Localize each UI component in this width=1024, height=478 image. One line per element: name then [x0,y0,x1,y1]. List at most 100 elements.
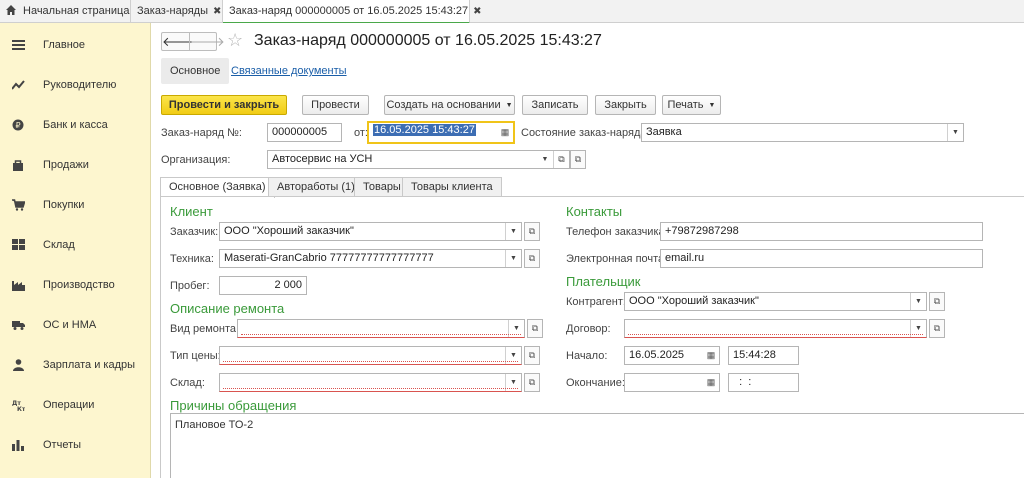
organization-label: Организация: [161,154,231,166]
payer-section-title: Плательщик [566,274,641,289]
contacts-section-title: Контакты [566,204,623,219]
chevron-down-icon[interactable]: ▼ [947,124,963,141]
chevron-down-icon[interactable]: ▼ [910,320,926,337]
tab-client-goods[interactable]: Товары клиента [402,177,502,197]
email-field[interactable]: email.ru [660,249,983,268]
close-icon[interactable]: ✖ [473,6,481,17]
warehouse-field[interactable]: ▼ [219,373,522,392]
start-date-value: 16.05.2025 [629,349,685,361]
price-type-field[interactable]: ▼ [219,346,522,365]
sidebar-item-label: Зарплата и кадры [43,359,136,371]
chevron-down-icon[interactable]: ▼ [537,151,553,168]
sidebar-item-label: Операции [43,399,95,411]
phone-field[interactable]: +79872987298 [660,222,983,241]
tab-autoworks[interactable]: Автоработы (1) [268,177,364,197]
chevron-down-icon[interactable]: ▼ [505,223,521,240]
sidebar-item-operations[interactable]: Дт Кт Операции [0,385,151,425]
create-based-on-label: Создать на основании [386,99,501,111]
mileage-field[interactable]: 2 000 [219,276,307,295]
post-button[interactable]: Провести [302,95,369,115]
tab-main[interactable]: Основное [161,58,230,84]
customer-field[interactable]: ООО "Хороший заказчик" ▼ [219,222,522,241]
open-organization-icon[interactable]: ⧉ [570,150,586,169]
open-counterparty-icon[interactable]: ⧉ [929,292,945,311]
chevron-down-icon[interactable]: ▼ [505,347,521,364]
open-warehouse-icon[interactable]: ⧉ [524,373,540,392]
open-repair-type-icon[interactable]: ⧉ [527,319,543,338]
counterparty-value: ООО "Хороший заказчик" [629,295,759,307]
sidebar-item-reports[interactable]: Отчеты [0,425,151,465]
warehouse-label: Склад: [170,377,205,389]
calendar-icon[interactable]: ▦ [497,123,513,142]
truck-icon [12,321,25,330]
order-state-value: Заявка [646,126,682,138]
sidebar-item-payroll[interactable]: Зарплата и кадры [0,345,151,385]
chevron-down-icon[interactable]: ▼ [505,250,521,267]
price-type-label: Тип цены: [170,350,221,362]
end-label: Окончание: [566,377,625,389]
trend-icon [12,80,25,90]
open-icon[interactable]: ⧉ [553,151,569,168]
start-date-field[interactable]: 16.05.2025 ▦ [624,346,720,365]
sidebar: Главное Руководителю ₽ Банк и касса Прод… [0,23,151,478]
post-and-close-button[interactable]: Провести и закрыть [161,95,287,115]
mileage-label: Пробег: [170,280,210,292]
sidebar-item-bank[interactable]: ₽ Банк и касса [0,105,151,145]
close-button[interactable]: Закрыть [595,95,656,115]
sidebar-item-director[interactable]: Руководителю [0,65,151,105]
chevron-down-icon[interactable]: ▼ [910,293,926,310]
tab-general[interactable]: Основное (Заявка) [160,177,275,198]
reports-icon [12,440,24,451]
counterparty-field[interactable]: ООО "Хороший заказчик" ▼ [624,292,927,311]
chevron-down-icon[interactable]: ▼ [508,320,524,337]
sidebar-item-label: Руководителю [43,79,117,91]
sidebar-item-production[interactable]: Производство [0,265,151,305]
save-button[interactable]: Записать [522,95,588,115]
tab-home[interactable]: Начальная страница [0,0,131,23]
repair-type-field[interactable]: ▼ [237,319,525,338]
sidebar-item-label: Главное [43,39,86,51]
vehicle-field[interactable]: Maserati-GranCabrio 77777777777777777 ▼ [219,249,522,268]
vehicle-value: Maserati-GranCabrio 77777777777777777 [224,252,434,264]
phone-label: Телефон заказчика: [566,226,668,238]
sidebar-item-main[interactable]: Главное [0,25,151,65]
back-arrow-icon[interactable]: 🡐 [162,34,197,49]
sidebar-item-purchases[interactable]: Покупки [0,185,151,225]
repair-section-title: Описание ремонта [170,301,285,316]
reasons-textarea[interactable]: Плановое ТО-2 [170,413,1024,478]
svg-text:Кт: Кт [17,406,25,411]
contract-field[interactable]: ▼ [624,319,927,338]
favorite-star-icon[interactable]: ☆ [227,30,243,51]
open-price-type-icon[interactable]: ⧉ [524,346,540,365]
sidebar-item-label: ОС и НМА [43,319,97,331]
sidebar-item-assets[interactable]: ОС и НМА [0,305,151,345]
tab-related-docs[interactable]: Связанные документы [222,58,356,84]
repair-type-label: Вид ремонта: [170,323,240,335]
customer-label: Заказчик: [170,226,219,238]
chevron-down-icon: ▼ [505,102,513,109]
calendar-icon[interactable]: ▦ [703,347,719,364]
print-button[interactable]: Печать ▼ [662,95,721,115]
open-customer-icon[interactable]: ⧉ [524,222,540,241]
create-based-on-button[interactable]: Создать на основании ▼ [384,95,515,115]
calendar-icon[interactable]: ▦ [703,374,719,391]
end-date-field[interactable]: . . ▦ [624,373,720,392]
order-state-label: Состояние заказ-наряда: [521,127,650,139]
order-number-field[interactable]: 000000005 [267,123,342,142]
organization-field[interactable]: Автосервис на УСН ▼ ⧉ [267,150,570,169]
open-vehicle-icon[interactable]: ⧉ [524,249,540,268]
start-time-field[interactable]: 15:44:28 [728,346,799,365]
date-field[interactable]: 16.05.2025 15:43:27 ▦ [367,121,515,144]
sidebar-item-label: Покупки [43,199,85,211]
chevron-down-icon[interactable]: ▼ [505,374,521,391]
tab-current-order[interactable]: Заказ-наряд 000000005 от 16.05.2025 15:4… [223,0,482,24]
order-state-field[interactable]: Заявка ▼ [641,123,964,142]
sidebar-item-warehouse[interactable]: Склад [0,225,151,265]
close-icon[interactable]: ✖ [213,6,221,17]
end-time-field[interactable]: : : [728,373,799,392]
tab-orders-list-label: Заказ-наряды [137,5,208,17]
forward-arrow-icon[interactable]: 🡒 [190,34,225,49]
tab-orders-list[interactable]: Заказ-наряды ✖ [131,0,223,23]
open-contract-icon[interactable]: ⧉ [929,319,945,338]
sidebar-item-sales[interactable]: Продажи [0,145,151,185]
